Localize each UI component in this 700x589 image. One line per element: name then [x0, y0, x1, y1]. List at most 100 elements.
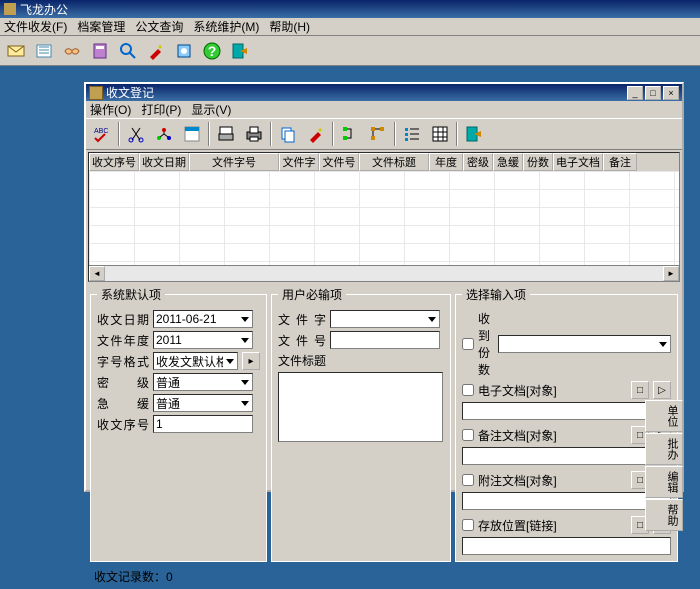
- grid-body[interactable]: [89, 171, 679, 265]
- app-toolbar: ?: [0, 36, 700, 66]
- fmt-more-button[interactable]: ▸: [242, 352, 260, 370]
- tree1-icon[interactable]: [336, 121, 364, 147]
- edoc-input[interactable]: [462, 402, 671, 420]
- abc-check-icon[interactable]: ABC: [88, 121, 116, 147]
- attach-input[interactable]: [462, 492, 671, 510]
- folder-icon[interactable]: [30, 38, 58, 64]
- side-tab-2[interactable]: 编辑: [645, 466, 683, 498]
- grid-scrollbar[interactable]: ◄ ►: [89, 265, 679, 281]
- menu-file[interactable]: 文件收发(F): [4, 18, 67, 35]
- wjbt-label: 文件标题: [278, 352, 326, 369]
- bak-label: 备注文档[对象]: [478, 427, 627, 444]
- defaults-legend: 系统默认项: [97, 286, 165, 303]
- grid-icon[interactable]: [426, 121, 454, 147]
- tools2-icon[interactable]: [302, 121, 330, 147]
- grid-col-4[interactable]: 文件号: [319, 153, 359, 171]
- menu-help[interactable]: 帮助(H): [269, 18, 310, 35]
- mail-icon[interactable]: [2, 38, 30, 64]
- grid-col-11[interactable]: 备注: [603, 153, 637, 171]
- grid-col-3[interactable]: 文件字: [279, 153, 319, 171]
- secret-label: 密 级: [97, 374, 149, 391]
- bak-check[interactable]: [462, 429, 474, 441]
- svg-text:ABC: ABC: [94, 128, 108, 135]
- secret-select[interactable]: [153, 373, 253, 391]
- scroll-right-button[interactable]: ►: [663, 266, 679, 281]
- scroll-left-button[interactable]: ◄: [89, 266, 105, 281]
- grid-col-2[interactable]: 文件字号: [189, 153, 279, 171]
- date-label: 收文日期: [97, 311, 149, 328]
- date-select[interactable]: [153, 310, 253, 328]
- exit-icon[interactable]: [226, 38, 254, 64]
- menu-archive[interactable]: 档案管理: [77, 18, 125, 35]
- exit2-icon[interactable]: [460, 121, 488, 147]
- app-menubar: 文件收发(F) 档案管理 公文查询 系统维护(M) 帮助(H): [0, 18, 700, 36]
- edoc-btn2[interactable]: ▷: [653, 381, 671, 399]
- wjz-label: 文件字: [278, 311, 326, 328]
- menu-system[interactable]: 系统维护(M): [193, 18, 259, 35]
- fmt-select[interactable]: [153, 352, 238, 370]
- year-label: 文件年度: [97, 332, 149, 349]
- data-grid[interactable]: 收文序号收文日期文件字号文件字文件号文件标题年度密级急缓份数电子文档备注 ◄ ►: [88, 152, 680, 282]
- side-tab-0[interactable]: 单位: [645, 400, 683, 432]
- close-button[interactable]: ×: [663, 86, 679, 100]
- seq-input[interactable]: [153, 415, 253, 433]
- fmt-label: 字号格式: [97, 353, 149, 370]
- seq-label: 收文序号: [97, 416, 149, 433]
- book-icon[interactable]: [86, 38, 114, 64]
- help-icon[interactable]: ?: [198, 38, 226, 64]
- wjz-select[interactable]: [330, 310, 440, 328]
- year-select[interactable]: [153, 331, 253, 349]
- wjh-input[interactable]: [330, 331, 440, 349]
- cut-icon[interactable]: [122, 121, 150, 147]
- grid-header: 收文序号收文日期文件字号文件字文件号文件标题年度密级急缓份数电子文档备注: [89, 153, 679, 171]
- attach-check[interactable]: [462, 474, 474, 486]
- wjbt-textarea[interactable]: [278, 372, 443, 442]
- grid-col-9[interactable]: 份数: [523, 153, 553, 171]
- child-toolbar: ABC: [86, 118, 682, 150]
- child-title: 收文登记: [106, 84, 154, 101]
- tools-icon[interactable]: [142, 38, 170, 64]
- grid-col-8[interactable]: 急缓: [493, 153, 523, 171]
- grid-col-10[interactable]: 电子文档: [553, 153, 603, 171]
- child-menu-view[interactable]: 显示(V): [191, 101, 231, 118]
- child-window: 收文登记 _ □ × 操作(O) 打印(P) 显示(V) ABC 收文序号收文日: [84, 82, 684, 492]
- child-menu-op[interactable]: 操作(O): [90, 101, 131, 118]
- form-icon[interactable]: [178, 121, 206, 147]
- menu-query[interactable]: 公文查询: [135, 18, 183, 35]
- app-titlebar: 飞龙办公: [0, 0, 700, 18]
- defaults-group: 系统默认项 收文日期 文件年度 字号格式▸ 密 级 急 缓 收文序号: [90, 286, 267, 562]
- copies-check[interactable]: [462, 338, 474, 350]
- copy-icon[interactable]: [274, 121, 302, 147]
- config-icon[interactable]: [170, 38, 198, 64]
- search-icon[interactable]: [114, 38, 142, 64]
- side-tab-1[interactable]: 批办: [645, 433, 683, 465]
- loc-check[interactable]: [462, 519, 474, 531]
- grid-col-7[interactable]: 密级: [463, 153, 493, 171]
- node-icon[interactable]: [150, 121, 178, 147]
- bak-input[interactable]: [462, 447, 671, 465]
- grid-col-0[interactable]: 收文序号: [89, 153, 139, 171]
- maximize-button[interactable]: □: [645, 86, 661, 100]
- app-title: 飞龙办公: [20, 1, 68, 18]
- loc-input[interactable]: [462, 537, 671, 555]
- optional-legend: 选择输入项: [462, 286, 530, 303]
- child-menu-print[interactable]: 打印(P): [141, 101, 181, 118]
- list-icon[interactable]: [398, 121, 426, 147]
- printer-icon[interactable]: [240, 121, 268, 147]
- grid-col-6[interactable]: 年度: [429, 153, 463, 171]
- urgent-select[interactable]: [153, 394, 253, 412]
- tree2-icon[interactable]: [364, 121, 392, 147]
- edoc-btn1[interactable]: □: [631, 381, 649, 399]
- copies-select[interactable]: [498, 335, 671, 353]
- svg-text:?: ?: [208, 43, 217, 59]
- status-bar: 收文记录数：0: [86, 564, 682, 589]
- edoc-check[interactable]: [462, 384, 474, 396]
- scroll-track[interactable]: [105, 266, 663, 281]
- minimize-button[interactable]: _: [627, 86, 643, 100]
- print-preview-icon[interactable]: [212, 121, 240, 147]
- required-group: 用户必输项 文件字 文件号 文件标题: [271, 286, 451, 562]
- side-tab-3[interactable]: 帮助: [645, 499, 683, 531]
- handshake-icon[interactable]: [58, 38, 86, 64]
- grid-col-1[interactable]: 收文日期: [139, 153, 189, 171]
- grid-col-5[interactable]: 文件标题: [359, 153, 429, 171]
